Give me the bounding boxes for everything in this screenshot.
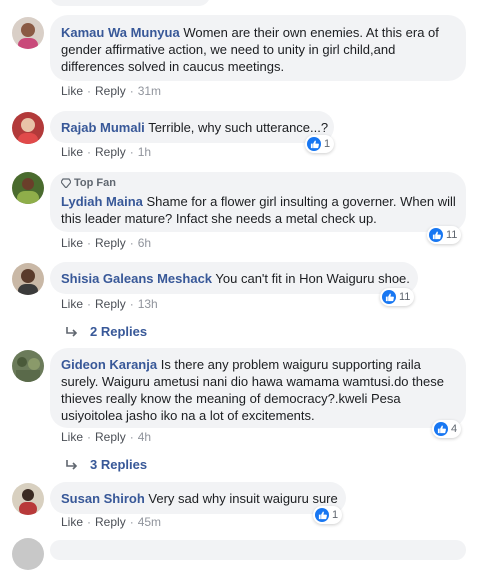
reply-link[interactable]: Reply — [95, 297, 126, 311]
like-reaction-icon — [382, 290, 396, 304]
view-replies-link[interactable]: 2 Replies — [66, 324, 147, 339]
like-link[interactable]: Like — [61, 84, 83, 98]
comment-bubble-partial — [50, 0, 210, 6]
reply-link[interactable]: Reply — [95, 84, 126, 98]
reaction-number: 1 — [332, 509, 339, 521]
comment-text: Kamau Wa Munyua Women are their own enem… — [61, 24, 457, 75]
avatar[interactable] — [12, 112, 44, 144]
like-link[interactable]: Like — [61, 236, 83, 250]
comment-actions: Like · Reply · 1h — [61, 145, 152, 159]
reaction-number: 1 — [324, 138, 331, 150]
commenter-name[interactable]: Gideon Karanja — [61, 357, 157, 372]
comment-actions: Like · Reply · 4h — [61, 430, 152, 444]
like-reaction-icon — [434, 422, 448, 436]
avatar[interactable] — [12, 263, 44, 295]
reply-link[interactable]: Reply — [95, 145, 126, 159]
like-reaction-icon — [315, 508, 329, 522]
like-reaction-icon — [429, 228, 443, 242]
avatar[interactable] — [12, 483, 44, 515]
reaction-count[interactable]: 11 — [427, 226, 462, 244]
commenter-name[interactable]: Susan Shiroh — [61, 491, 145, 506]
reaction-count[interactable]: 1 — [313, 506, 343, 524]
comment-body: Very sad why insuit waiguru sure — [148, 491, 338, 506]
timestamp[interactable]: 13h — [138, 297, 158, 311]
avatar[interactable] — [12, 350, 44, 382]
like-reaction-icon — [307, 137, 321, 151]
avatar[interactable] — [12, 172, 44, 204]
comment-text: Rajab Mumali Terrible, why such utteranc… — [61, 119, 328, 136]
reaction-count[interactable]: 1 — [305, 135, 335, 153]
reaction-count[interactable]: 11 — [380, 288, 415, 306]
comment-actions: Like · Reply · 13h — [61, 297, 158, 311]
reaction-number: 11 — [399, 291, 411, 303]
timestamp[interactable]: 6h — [138, 236, 151, 250]
reply-arrow-icon — [66, 459, 78, 470]
commenter-name[interactable]: Kamau Wa Munyua — [61, 25, 180, 40]
reaction-number: 4 — [451, 423, 458, 435]
timestamp[interactable]: 1h — [138, 145, 151, 159]
reply-link[interactable]: Reply — [95, 515, 126, 529]
comment-body: Terrible, why such utterance...? — [148, 120, 329, 135]
comment-actions: Like · Reply · 6h — [61, 236, 152, 250]
reply-link[interactable]: Reply — [95, 236, 126, 250]
comment-text: Lydiah Maina Shame for a flower girl ins… — [61, 193, 457, 227]
avatar[interactable] — [12, 17, 44, 49]
like-link[interactable]: Like — [61, 145, 83, 159]
comment-actions: Like · Reply · 31m — [61, 84, 162, 98]
commenter-name[interactable]: Rajab Mumali — [61, 120, 145, 135]
comment-text: Shisia Galeans Meshack You can't fit in … — [61, 270, 410, 287]
avatar-partial — [12, 538, 44, 570]
timestamp[interactable]: 31m — [138, 84, 161, 98]
timestamp[interactable]: 45m — [138, 515, 161, 529]
reply-link[interactable]: Reply — [95, 430, 126, 444]
comment-text: Gideon Karanja Is there any problem waig… — [61, 356, 457, 424]
reply-arrow-icon — [66, 326, 78, 337]
like-link[interactable]: Like — [61, 515, 83, 529]
top-fan-badge-label: Top Fan — [61, 177, 116, 189]
commenter-name[interactable]: Shisia Galeans Meshack — [61, 271, 212, 286]
reaction-count[interactable]: 4 — [432, 420, 462, 438]
comment-bubble-partial — [50, 540, 466, 560]
view-replies-link[interactable]: 3 Replies — [66, 457, 147, 472]
comment-text: Susan Shiroh Very sad why insuit waiguru… — [61, 490, 338, 507]
comment-body: You can't fit in Hon Waiguru shoe. — [215, 271, 410, 286]
reaction-number: 11 — [446, 229, 458, 241]
like-link[interactable]: Like — [61, 430, 83, 444]
like-link[interactable]: Like — [61, 297, 83, 311]
timestamp[interactable]: 4h — [138, 430, 151, 444]
diamond-icon — [61, 178, 71, 188]
commenter-name[interactable]: Lydiah Maina — [61, 194, 143, 209]
comment-actions: Like · Reply · 45m — [61, 515, 162, 529]
